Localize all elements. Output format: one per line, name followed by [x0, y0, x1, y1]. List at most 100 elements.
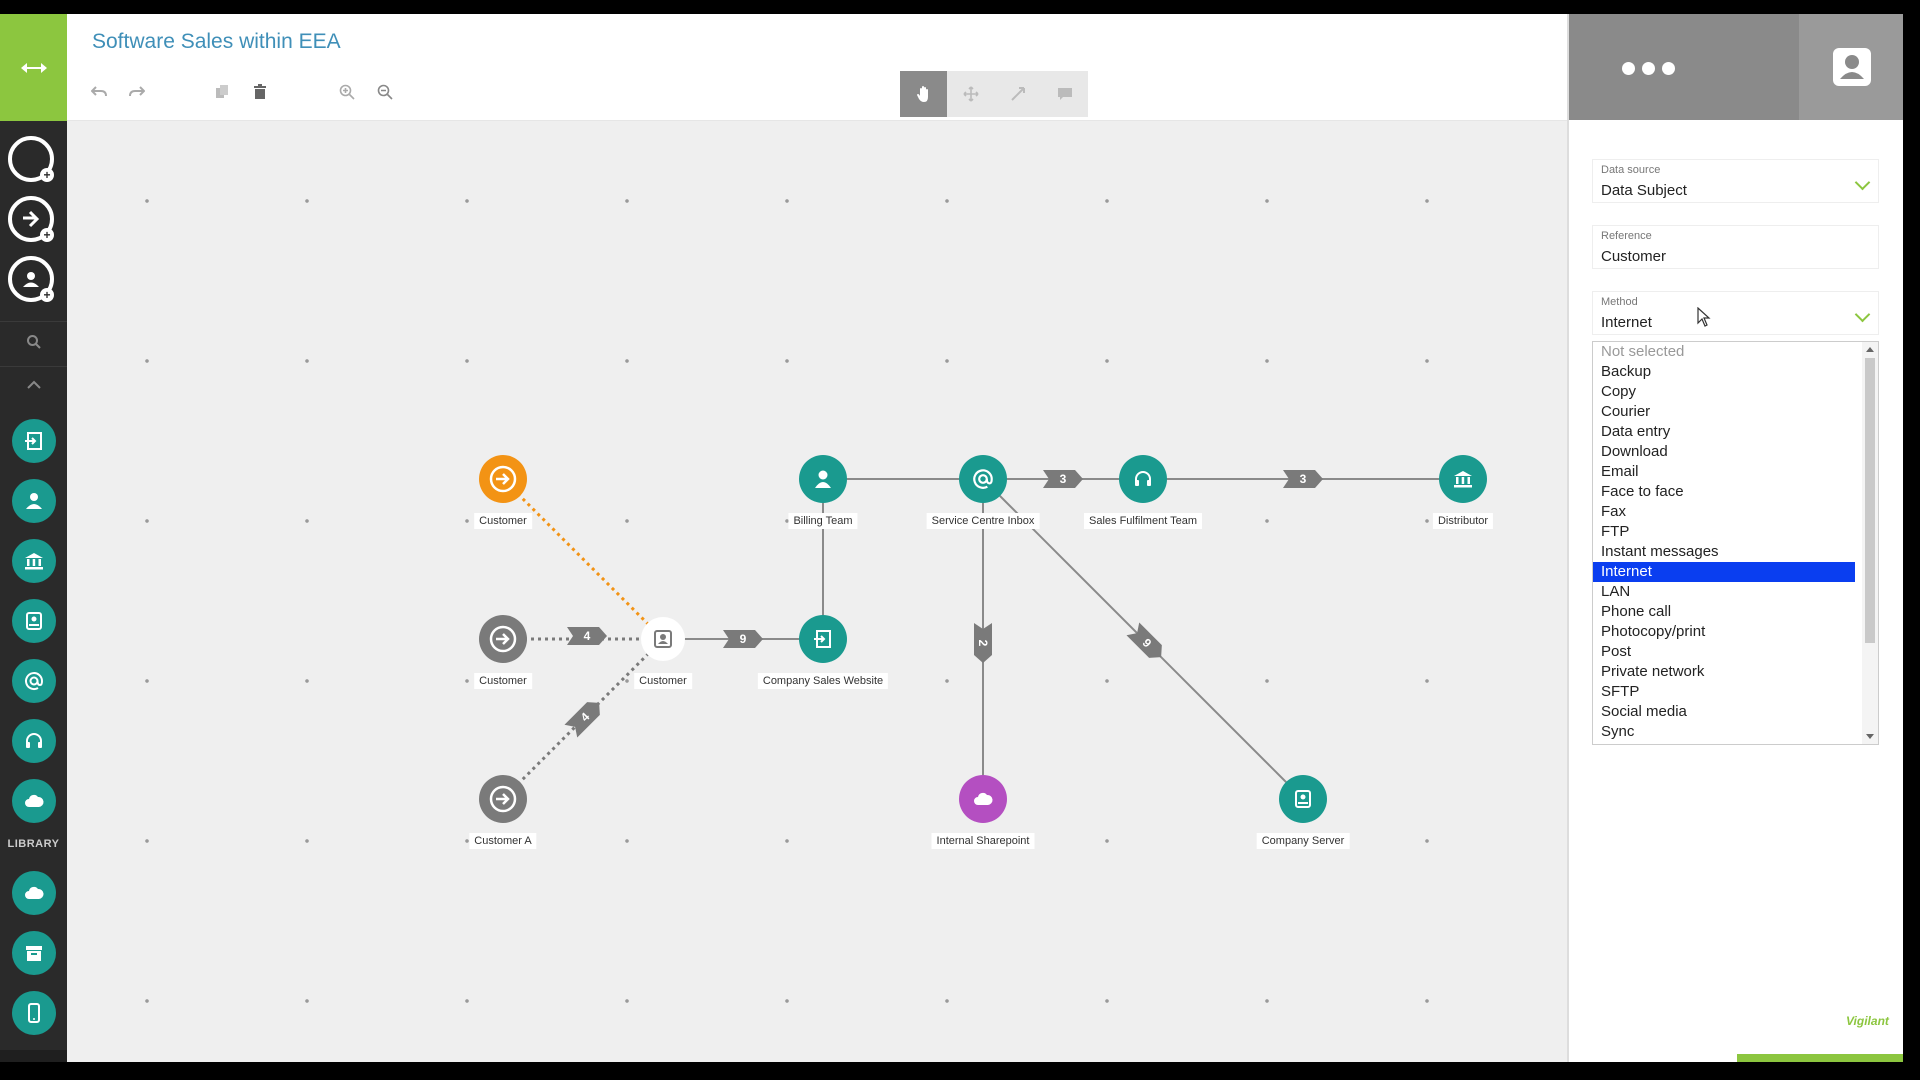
app-window: + + + LIBRARY Software Sales within EEA … [0, 14, 1903, 1062]
node-company-server[interactable] [1279, 775, 1327, 823]
method-option[interactable]: Email [1593, 462, 1855, 482]
bank-icon [1454, 471, 1472, 488]
node-customer-orange[interactable] [479, 455, 527, 503]
node-sales-fulfilment-team[interactable] [1119, 455, 1167, 503]
add-contact-button[interactable]: + [8, 256, 54, 302]
pan-mode-button[interactable] [900, 71, 947, 117]
palette-login-button[interactable] [12, 419, 56, 463]
method-option[interactable]: Not selected [1593, 342, 1855, 362]
delete-button[interactable] [253, 84, 267, 102]
node-label: Company Server [1256, 833, 1350, 849]
node-label: Customer [474, 513, 532, 529]
node-label: Internal Sharepoint [931, 833, 1035, 849]
node-customer-a[interactable] [479, 775, 527, 823]
scroll-down-arrow-icon[interactable] [1866, 734, 1874, 739]
login-icon [25, 432, 42, 450]
chevron-down-icon [1854, 306, 1871, 323]
undo-button[interactable] [90, 84, 107, 101]
method-select[interactable]: Method Internet [1592, 291, 1879, 335]
palette-email-button[interactable] [12, 659, 56, 703]
method-option[interactable]: Internet [1593, 562, 1855, 582]
edge-customer-orange-contact[interactable] [501, 477, 665, 641]
library-mobile-button[interactable] [12, 991, 56, 1035]
data-source-value: Data Subject [1601, 182, 1687, 199]
save-progress-bar[interactable] [1737, 1054, 1903, 1062]
method-option[interactable]: Post [1593, 642, 1855, 662]
connect-mode-button[interactable] [994, 71, 1041, 117]
palette-person-button[interactable] [12, 479, 56, 523]
edge-badge[interactable]: 3 [1283, 470, 1323, 488]
zoom-in-button[interactable] [339, 84, 355, 103]
scrollbar-thumb[interactable] [1865, 358, 1875, 643]
node-customer-grey[interactable] [479, 615, 527, 663]
comment-mode-button[interactable] [1041, 71, 1088, 117]
reference-field[interactable]: Reference Customer [1592, 225, 1879, 269]
sidebar-search-button[interactable] [0, 321, 67, 362]
dot [1662, 62, 1675, 75]
headset-icon [26, 733, 42, 748]
method-option[interactable]: Download [1593, 442, 1855, 462]
palette-drive-button[interactable] [12, 599, 56, 643]
edge-badge-count: 9 [740, 632, 747, 646]
archive-icon [26, 946, 42, 961]
method-option[interactable]: Data entry [1593, 422, 1855, 442]
scroll-up-arrow-icon[interactable] [1866, 347, 1874, 352]
method-option[interactable]: Social media [1593, 702, 1855, 722]
plus-icon: + [40, 288, 54, 302]
person-icon [26, 493, 42, 509]
chevron-up-icon [26, 380, 41, 389]
zoom-out-button[interactable] [377, 84, 393, 103]
node-billing-team[interactable] [799, 455, 847, 503]
contact-tab-button[interactable] [1799, 14, 1903, 120]
method-option[interactable]: Face to face [1593, 482, 1855, 502]
method-option[interactable]: Backup [1593, 362, 1855, 382]
mouse-cursor-icon [1697, 307, 1711, 327]
expand-collapse-button[interactable] [0, 14, 67, 121]
method-option[interactable]: Copy [1593, 382, 1855, 402]
method-options: Not selected Backup Copy Courier Data entry D… [1593, 342, 1878, 742]
contact-card-icon [23, 272, 39, 287]
move-mode-button[interactable] [947, 71, 994, 117]
method-option[interactable]: FTP [1593, 522, 1855, 542]
more-options-button[interactable] [1622, 62, 1675, 75]
node-service-centre-inbox[interactable] [959, 455, 1007, 503]
library-archive-button[interactable] [12, 931, 56, 975]
edge-badge[interactable]: 4 [567, 627, 607, 645]
dot [1642, 62, 1655, 75]
node-label: Company Sales Website [757, 673, 889, 689]
method-option[interactable]: Instant messages [1593, 542, 1855, 562]
method-option[interactable]: LAN [1593, 582, 1855, 602]
palette-cloud-button[interactable] [12, 779, 56, 823]
sidebar-scroll-up-button[interactable] [0, 366, 67, 403]
method-option[interactable]: Courier [1593, 402, 1855, 422]
edge-badge[interactable]: 2 [974, 623, 992, 663]
node-distributor[interactable] [1439, 455, 1487, 503]
copy-button[interactable] [215, 84, 229, 102]
library-cloud-button[interactable] [12, 871, 56, 915]
redo-button[interactable] [129, 84, 146, 101]
reference-label: Reference [1601, 230, 1652, 242]
diagram-canvas[interactable]: 3 3 4 9 4 2 9 Customer Billing Team Serv… [67, 121, 1567, 1062]
node-customer-contact[interactable] [641, 617, 685, 661]
method-option[interactable]: Sync [1593, 722, 1855, 742]
palette-bank-button[interactable] [12, 539, 56, 583]
method-option[interactable]: Photocopy/print [1593, 622, 1855, 642]
data-source-select[interactable]: Data source Data Subject [1592, 159, 1879, 203]
left-sidebar: + + + LIBRARY [0, 14, 67, 1062]
method-option[interactable]: Phone call [1593, 602, 1855, 622]
add-source-button[interactable]: + [8, 196, 54, 242]
palette-headset-button[interactable] [12, 719, 56, 763]
method-option[interactable]: SFTP [1593, 682, 1855, 702]
edge-badge[interactable]: 9 [723, 630, 763, 648]
method-option[interactable]: Fax [1593, 502, 1855, 522]
options-scrollbar[interactable] [1862, 342, 1878, 744]
edge-badge[interactable]: 4 [564, 696, 605, 738]
node-company-sales-website[interactable] [799, 615, 847, 663]
edge-badge[interactable]: 3 [1043, 470, 1083, 488]
method-options-list[interactable]: Not selected Backup Copy Courier Data entry D… [1592, 341, 1879, 745]
add-data-subject-button[interactable]: + [8, 136, 54, 182]
contact-card-icon [654, 630, 672, 648]
method-option[interactable]: Private network [1593, 662, 1855, 682]
node-internal-sharepoint[interactable] [959, 775, 1007, 823]
copy-icon [216, 85, 228, 98]
